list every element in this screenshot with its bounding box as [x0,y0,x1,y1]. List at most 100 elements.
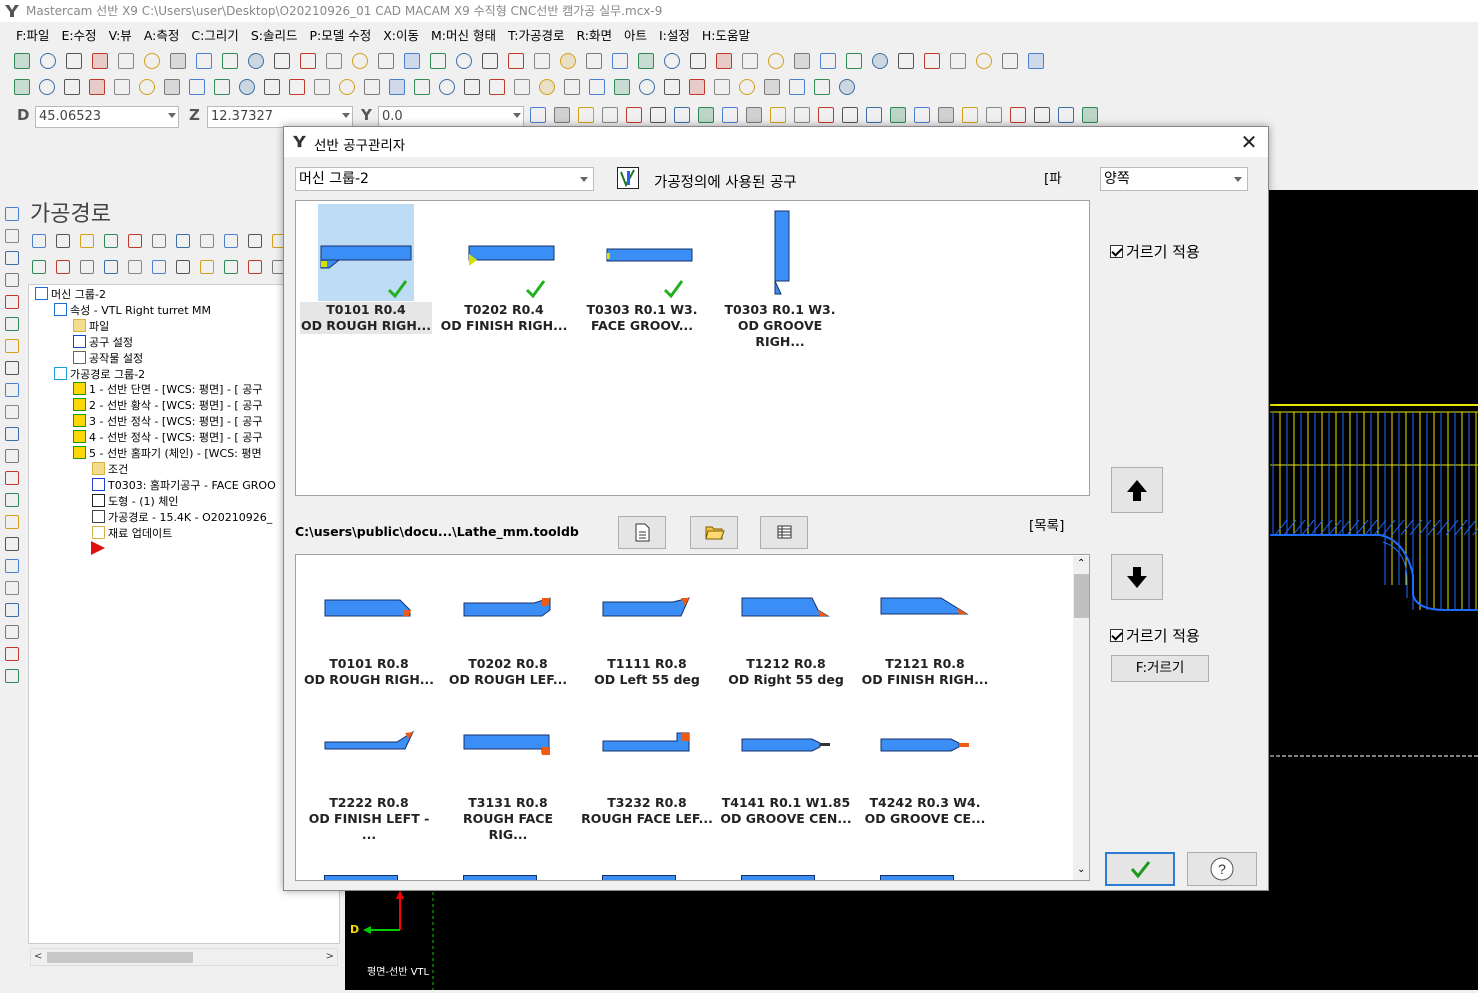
scroll-down-icon[interactable]: ⌄ [1077,864,1085,875]
side-tool-icon[interactable] [5,383,19,397]
toolbar-tool-icon[interactable] [414,79,430,95]
toolbar-tool-icon[interactable] [612,53,628,69]
tree-item[interactable]: 1 - 선반 단면 - [WCS: 평면] - [ 공구 [73,382,262,397]
toolbar-tool-icon[interactable] [898,53,914,69]
toolbar-tool-icon[interactable] [196,53,212,69]
toolbar-tool-icon[interactable] [914,107,930,123]
toolbar-tool-icon[interactable] [14,79,30,95]
used-tool-item[interactable]: T0303 R0.1 W3. OD GROOVE RIGH... [714,302,846,350]
toolbar-tool-icon[interactable] [789,79,805,95]
side-tool-icon[interactable] [5,493,19,507]
side-tool-icon[interactable] [5,339,19,353]
library-tool-item[interactable]: T4242 R0.3 W4. OD GROOVE CE... [859,795,991,827]
toolbar-tool-icon[interactable] [264,79,280,95]
operation-tool-icon[interactable] [80,260,94,274]
toolbar-tool-icon[interactable] [962,107,978,123]
toolbar-tool-icon[interactable] [586,53,602,69]
toolbar-tool-icon[interactable] [890,107,906,123]
toolbar-tool-icon[interactable] [690,53,706,69]
toolbar-tool-icon[interactable] [764,79,780,95]
toolbar-tool-icon[interactable] [664,79,680,95]
toolbar-tool-icon[interactable] [794,107,810,123]
toolbar-tool-icon[interactable] [924,53,940,69]
toolbar-tool-icon[interactable] [170,53,186,69]
toolbar-tool-icon[interactable] [986,107,1002,123]
operation-tool-icon[interactable] [176,260,190,274]
toolbar-tool-icon[interactable] [164,79,180,95]
tree-item[interactable]: 속성 - VTL Right turret MM [54,302,211,318]
used-tool-item[interactable]: T0202 R0.4 OD FINISH RIGH... [438,302,570,334]
tree-horizontal-scrollbar[interactable]: < > [30,948,338,966]
toolbar-tool-icon[interactable] [364,79,380,95]
side-select[interactable]: 양쪽 [1100,167,1248,191]
tree-item[interactable]: 조건 [92,461,128,477]
toolbar-tool-icon[interactable] [770,107,786,123]
toolbar-tool-icon[interactable] [39,79,55,95]
operation-tool-icon[interactable] [104,260,118,274]
toolbar-tool-icon[interactable] [742,53,758,69]
list-view-button[interactable] [760,516,808,549]
side-tool-icon[interactable] [5,295,19,309]
operation-tool-icon[interactable] [128,234,142,248]
side-tool-icon[interactable] [5,647,19,661]
close-button[interactable]: ✕ [1234,129,1264,155]
toolbar-tool-icon[interactable] [314,79,330,95]
library-tool-item[interactable]: T4141 R0.1 W1.85 OD GROOVE CEN... [720,795,852,827]
toolbar-tool-icon[interactable] [1010,107,1026,123]
toolbar-tool-icon[interactable] [976,53,992,69]
new-library-button[interactable] [618,516,666,549]
toolbar-tool-icon[interactable] [482,53,498,69]
filter-apply-checkbox-bottom[interactable]: 거르기 적용 [1110,625,1200,646]
toolbar-tool-icon[interactable] [938,107,954,123]
menu-item-0[interactable]: F:파일 [10,25,55,44]
side-tool-icon[interactable] [5,273,19,287]
toolbar-tool-icon[interactable] [842,107,858,123]
toolbar-tool-icon[interactable] [768,53,784,69]
toolbar-tool-icon[interactable] [89,79,105,95]
menu-item-3[interactable]: A:측정 [138,25,186,44]
tree-item[interactable]: 공작물 설정 [73,350,143,366]
menu-item-11[interactable]: 아트 [618,25,653,44]
menu-item-1[interactable]: E:수정 [55,25,102,44]
toolbar-tool-icon[interactable] [602,107,618,123]
toolbar-tool-icon[interactable] [439,79,455,95]
toolbar-tool-icon[interactable] [1002,53,1018,69]
scroll-left-icon[interactable]: < [34,951,42,962]
toolbar-tool-icon[interactable] [698,107,714,123]
tree-item[interactable]: 가공경로 - 15.4K - O20210926_ [92,509,272,525]
toolbar-tool-icon[interactable] [464,79,480,95]
library-tool-item[interactable]: T2121 R0.8 OD FINISH RIGH... [859,656,991,688]
toolbar-tool-icon[interactable] [214,79,230,95]
toolbar-tool-icon[interactable] [638,53,654,69]
library-tool-item[interactable]: T2222 R0.8 OD FINISH LEFT - ... [303,795,435,843]
menu-item-8[interactable]: M:머신 형태 [425,25,502,44]
toolbar-tool-icon[interactable] [814,79,830,95]
operation-tool-icon[interactable] [104,234,118,248]
menu-item-6[interactable]: P:모델 수정 [303,25,377,44]
toolbar-tool-icon[interactable] [664,53,680,69]
toolbar-tool-icon[interactable] [239,79,255,95]
side-tool-icon[interactable] [5,669,19,683]
library-tool-partial[interactable] [602,875,676,880]
side-tool-icon[interactable] [5,559,19,573]
toolbar-tool-icon[interactable] [1034,107,1050,123]
scroll-right-icon[interactable]: > [326,951,334,962]
operation-tool-icon[interactable] [248,260,262,274]
toolbar-tool-icon[interactable] [866,107,882,123]
tree-item[interactable]: 재료 업데이트 [92,525,172,541]
library-tool-item[interactable]: T0202 R0.8 OD ROUGH LEF... [442,656,574,688]
side-tool-icon[interactable] [5,251,19,265]
toolbar-tool-icon[interactable] [589,79,605,95]
side-tool-icon[interactable] [5,471,19,485]
used-tools-list[interactable]: T0101 R0.4 OD ROUGH RIGH... T0202 R0.4 OD F… [295,200,1090,496]
tree-item[interactable]: 5 - 선반 홈파기 (체인) - [WCS: 평면 [73,446,262,461]
toolbar-tool-icon[interactable] [846,53,862,69]
toolbar-tool-icon[interactable] [14,53,30,69]
side-tool-icon[interactable] [5,537,19,551]
move-up-button[interactable] [1111,467,1163,513]
side-tool-icon[interactable] [5,405,19,419]
side-tool-icon[interactable] [5,229,19,243]
toolbar-tool-icon[interactable] [66,53,82,69]
toolbar-tool-icon[interactable] [534,53,550,69]
side-tool-icon[interactable] [5,515,19,529]
